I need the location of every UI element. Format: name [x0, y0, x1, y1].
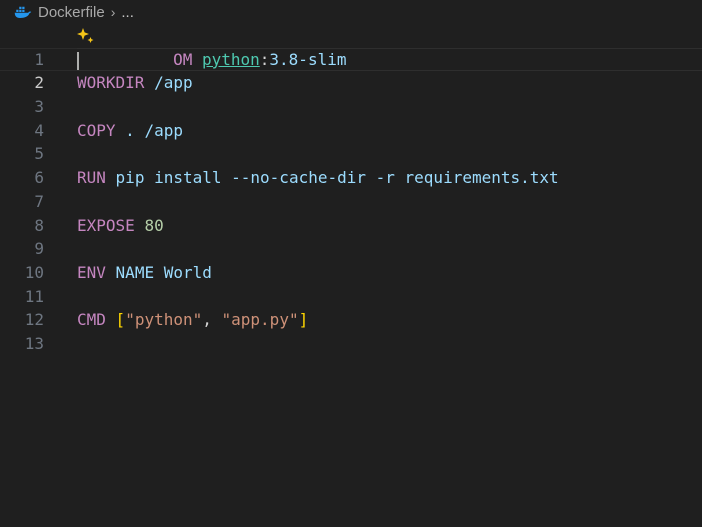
code-line-current[interactable]: 2 — [0, 47, 702, 92]
keyword: COPY — [77, 120, 116, 140]
line-content[interactable] — [77, 47, 702, 72]
line-content[interactable]: WORKDIR /app — [77, 71, 702, 95]
line-content[interactable]: RUN pip install --no-cache-dir -r requir… — [77, 166, 702, 190]
comma: , — [202, 310, 222, 330]
line-content[interactable]: OM python:3.8-slim — [76, 24, 702, 69]
close-bracket: ] — [298, 310, 309, 330]
open-bracket: [ — [115, 310, 126, 330]
port-number: 80 — [144, 215, 164, 235]
code-line[interactable]: 9 EXPOSE 80 — [0, 214, 702, 259]
argument: /app — [154, 73, 193, 93]
line-content[interactable] — [77, 190, 702, 214]
string-arg: "python" — [125, 310, 203, 330]
line-content[interactable] — [77, 95, 702, 119]
argument: . /app — [125, 120, 183, 140]
line-content[interactable] — [77, 285, 702, 309]
code-line[interactable]: 12 — [0, 285, 702, 329]
argument: pip install --no-cache-dir -r requiremen… — [115, 168, 559, 188]
keyword: RUN — [77, 168, 106, 188]
keyword: CMD — [77, 310, 106, 330]
code-lines[interactable]: 1 OM python:3.8-slim 2 3 WORKDIR /app 4 — [0, 24, 702, 353]
code-line[interactable]: 5 COPY . /app — [0, 119, 702, 164]
sparkle-icon[interactable] — [76, 26, 96, 46]
code-line[interactable]: 3 WORKDIR /app — [0, 71, 702, 116]
code-line[interactable]: 11 ENV NAME World — [0, 261, 702, 306]
code-line[interactable]: 8 — [0, 190, 702, 235]
docker-whale-icon — [14, 6, 32, 18]
keyword: EXPOSE — [77, 215, 135, 235]
code-line[interactable]: 10 — [0, 237, 702, 282]
env-value: World — [163, 262, 212, 282]
line-content[interactable] — [77, 237, 702, 261]
keyword: ENV — [77, 262, 106, 282]
text-cursor — [77, 51, 79, 70]
env-name: NAME — [115, 262, 155, 282]
code-editor[interactable]: Dockerfile › ... 1 OM python:3.8-slim 2 … — [0, 0, 702, 527]
breadcrumb: Dockerfile › ... — [0, 0, 134, 24]
code-line[interactable]: 6 — [0, 142, 702, 187]
chevron-right-icon: › — [110, 4, 116, 20]
code-line[interactable]: 4 — [0, 95, 702, 140]
line-content[interactable]: ENV NAME World — [77, 261, 702, 285]
string-arg: "app.py" — [221, 310, 299, 330]
code-line[interactable]: 1 OM python:3.8-slim — [0, 24, 702, 69]
line-content[interactable]: EXPOSE 80 — [77, 214, 702, 238]
breadcrumb-file[interactable]: Dockerfile — [38, 4, 105, 21]
line-content[interactable] — [77, 142, 702, 166]
breadcrumb-ellipsis[interactable]: ... — [121, 4, 134, 21]
line-content[interactable]: COPY . /app — [77, 119, 702, 143]
keyword: WORKDIR — [77, 73, 145, 93]
code-line[interactable]: 13 CMD ["python", "app.py"] — [0, 308, 702, 353]
line-content[interactable]: CMD ["python", "app.py"] — [77, 308, 702, 332]
code-line[interactable]: 7 RUN pip install --no-cache-dir -r requ… — [0, 166, 702, 211]
line-number: 13 — [24, 333, 44, 353]
